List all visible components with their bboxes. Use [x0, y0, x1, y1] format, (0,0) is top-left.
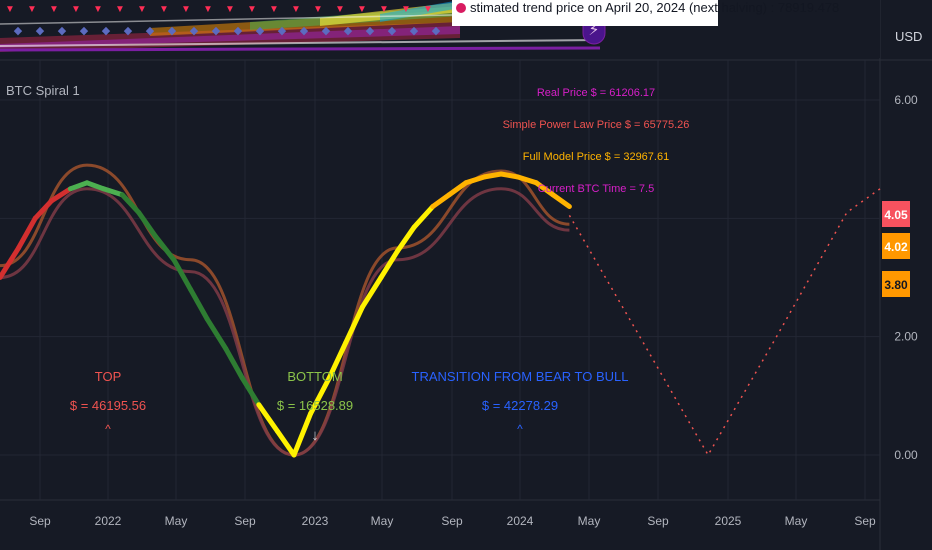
x-tick-label: May: [165, 514, 188, 528]
diamond-icon: ◆: [432, 25, 441, 37]
sell-arrow-icon: ▼: [335, 4, 345, 15]
diamond-icon: ◆: [146, 25, 155, 37]
diamond-icon: ◆: [256, 25, 265, 37]
bottom-arrow: ↓: [311, 427, 319, 444]
x-tick-label: Sep: [234, 514, 256, 528]
diamond-icon: ◆: [278, 25, 287, 37]
simple-power-law-label: Simple Power Law Price $ = 65775.26: [503, 119, 690, 131]
x-tick-label: May: [578, 514, 601, 528]
sell-arrow-icon: ▼: [225, 4, 235, 15]
diamond-icon: ◆: [190, 25, 199, 37]
btc-spiral-chart[interactable]: ▼ ◆ ▼ ◆ ▼ ◆ ▼ ◆ ▼ ◆ ▼ ◆ ▼ ◆ ▼ ◆ ▼ ◆ ▼ ◆ ▼ ◆ ▼ ◆ ▼ ◆ ▼ ◆ ▼ ◆ ▼ ◆ ▼ ◆ ▼ ◆ ▼ ◆ ▼ ◆…: [0, 0, 932, 550]
x-tick-label: 2025: [715, 514, 742, 528]
sell-arrow-icon: ▼: [49, 4, 59, 15]
x-tick-label: May: [785, 514, 808, 528]
diamond-icon: ◆: [366, 25, 375, 37]
price-segment: [482, 171, 504, 180]
sell-arrow-icon: ▼: [137, 4, 147, 15]
diamond-icon: ◆: [80, 25, 89, 37]
sell-arrow-icon: ▼: [313, 4, 323, 15]
bottom-label: BOTTOM: [287, 369, 342, 384]
price-tag: 4.02: [882, 233, 910, 259]
sell-arrow-icon: ▼: [423, 4, 433, 15]
diamond-icon: ◆: [410, 25, 419, 37]
sell-arrow-icon: ▼: [71, 4, 81, 15]
x-tick-label: 2024: [507, 514, 534, 528]
top-label: TOP: [95, 369, 122, 384]
price-tag-label: 4.05: [884, 208, 908, 222]
price-tag-label: 3.80: [884, 278, 908, 292]
diamond-icon: ◆: [102, 25, 111, 37]
sell-arrow-icon: ▼: [357, 4, 367, 15]
top-price: $ = 46195.56: [70, 398, 146, 413]
real-price-label: Real Price $ = 61206.17: [537, 87, 655, 99]
sell-arrow-icon: ▼: [269, 4, 279, 15]
diamond-icon: ◆: [234, 25, 243, 37]
transition-label: TRANSITION FROM BEAR TO BULL: [412, 369, 629, 384]
y-tick-label: 6.00: [894, 93, 918, 107]
currency-label[interactable]: USD: [895, 29, 922, 44]
chart-background: [0, 0, 932, 550]
diamond-icon: ◆: [168, 25, 177, 37]
sell-arrow-icon: ▼: [181, 4, 191, 15]
diamond-icon: ◆: [58, 25, 67, 37]
diamond-icon: ◆: [344, 25, 353, 37]
tooltip-text: stimated trend price on April 20, 2024 (…: [470, 0, 839, 15]
transition-price: $ = 42278.29: [482, 398, 558, 413]
price-tag-label: 4.02: [884, 240, 908, 254]
x-tick-label: Sep: [854, 514, 876, 528]
y-tick-label: 0.00: [894, 448, 918, 462]
sell-arrow-icon: ▼: [5, 4, 15, 15]
price-segment: [498, 171, 521, 180]
diamond-icon: ◆: [36, 25, 45, 37]
sell-arrow-icon: ▼: [247, 4, 257, 15]
indicator-title[interactable]: BTC Spiral 1: [6, 83, 80, 98]
diamond-icon: ◆: [322, 25, 331, 37]
full-model-label: Full Model Price $ = 32967.61: [523, 151, 669, 163]
x-tick-label: Sep: [441, 514, 463, 528]
sell-arrow-icon: ▼: [379, 4, 389, 15]
bottom-price: $ = 16528.89: [277, 398, 353, 413]
sell-arrow-icon: ▼: [401, 4, 411, 15]
diamond-icon: ◆: [300, 25, 309, 37]
x-tick-label: Sep: [29, 514, 51, 528]
sell-arrow-icon: ▼: [93, 4, 103, 15]
x-tick-label: May: [371, 514, 394, 528]
sell-arrow-icon: ▼: [291, 4, 301, 15]
price-tag: 3.80: [882, 271, 910, 297]
sell-arrow-icon: ▼: [159, 4, 169, 15]
sell-arrow-icon: ▼: [115, 4, 125, 15]
diamond-icon: ◆: [14, 25, 23, 37]
sell-arrow-icon: ▼: [27, 4, 37, 15]
price-tag: 4.05: [882, 201, 910, 227]
x-tick-label: 2022: [95, 514, 122, 528]
x-tick-label: 2023: [302, 514, 329, 528]
price-tags: 4.05 4.02 3.80: [882, 201, 910, 297]
top-caret: ^: [105, 422, 111, 436]
btc-time-label: Current BTC Time = 7.5: [538, 183, 654, 195]
x-tick-label: Sep: [647, 514, 669, 528]
diamond-icon: ◆: [388, 25, 397, 37]
transition-caret: ^: [517, 422, 523, 436]
y-tick-label: 2.00: [894, 330, 918, 344]
sell-arrow-icon: ▼: [203, 4, 213, 15]
diamond-icon: ◆: [212, 25, 221, 37]
diamond-icon: ◆: [124, 25, 133, 37]
